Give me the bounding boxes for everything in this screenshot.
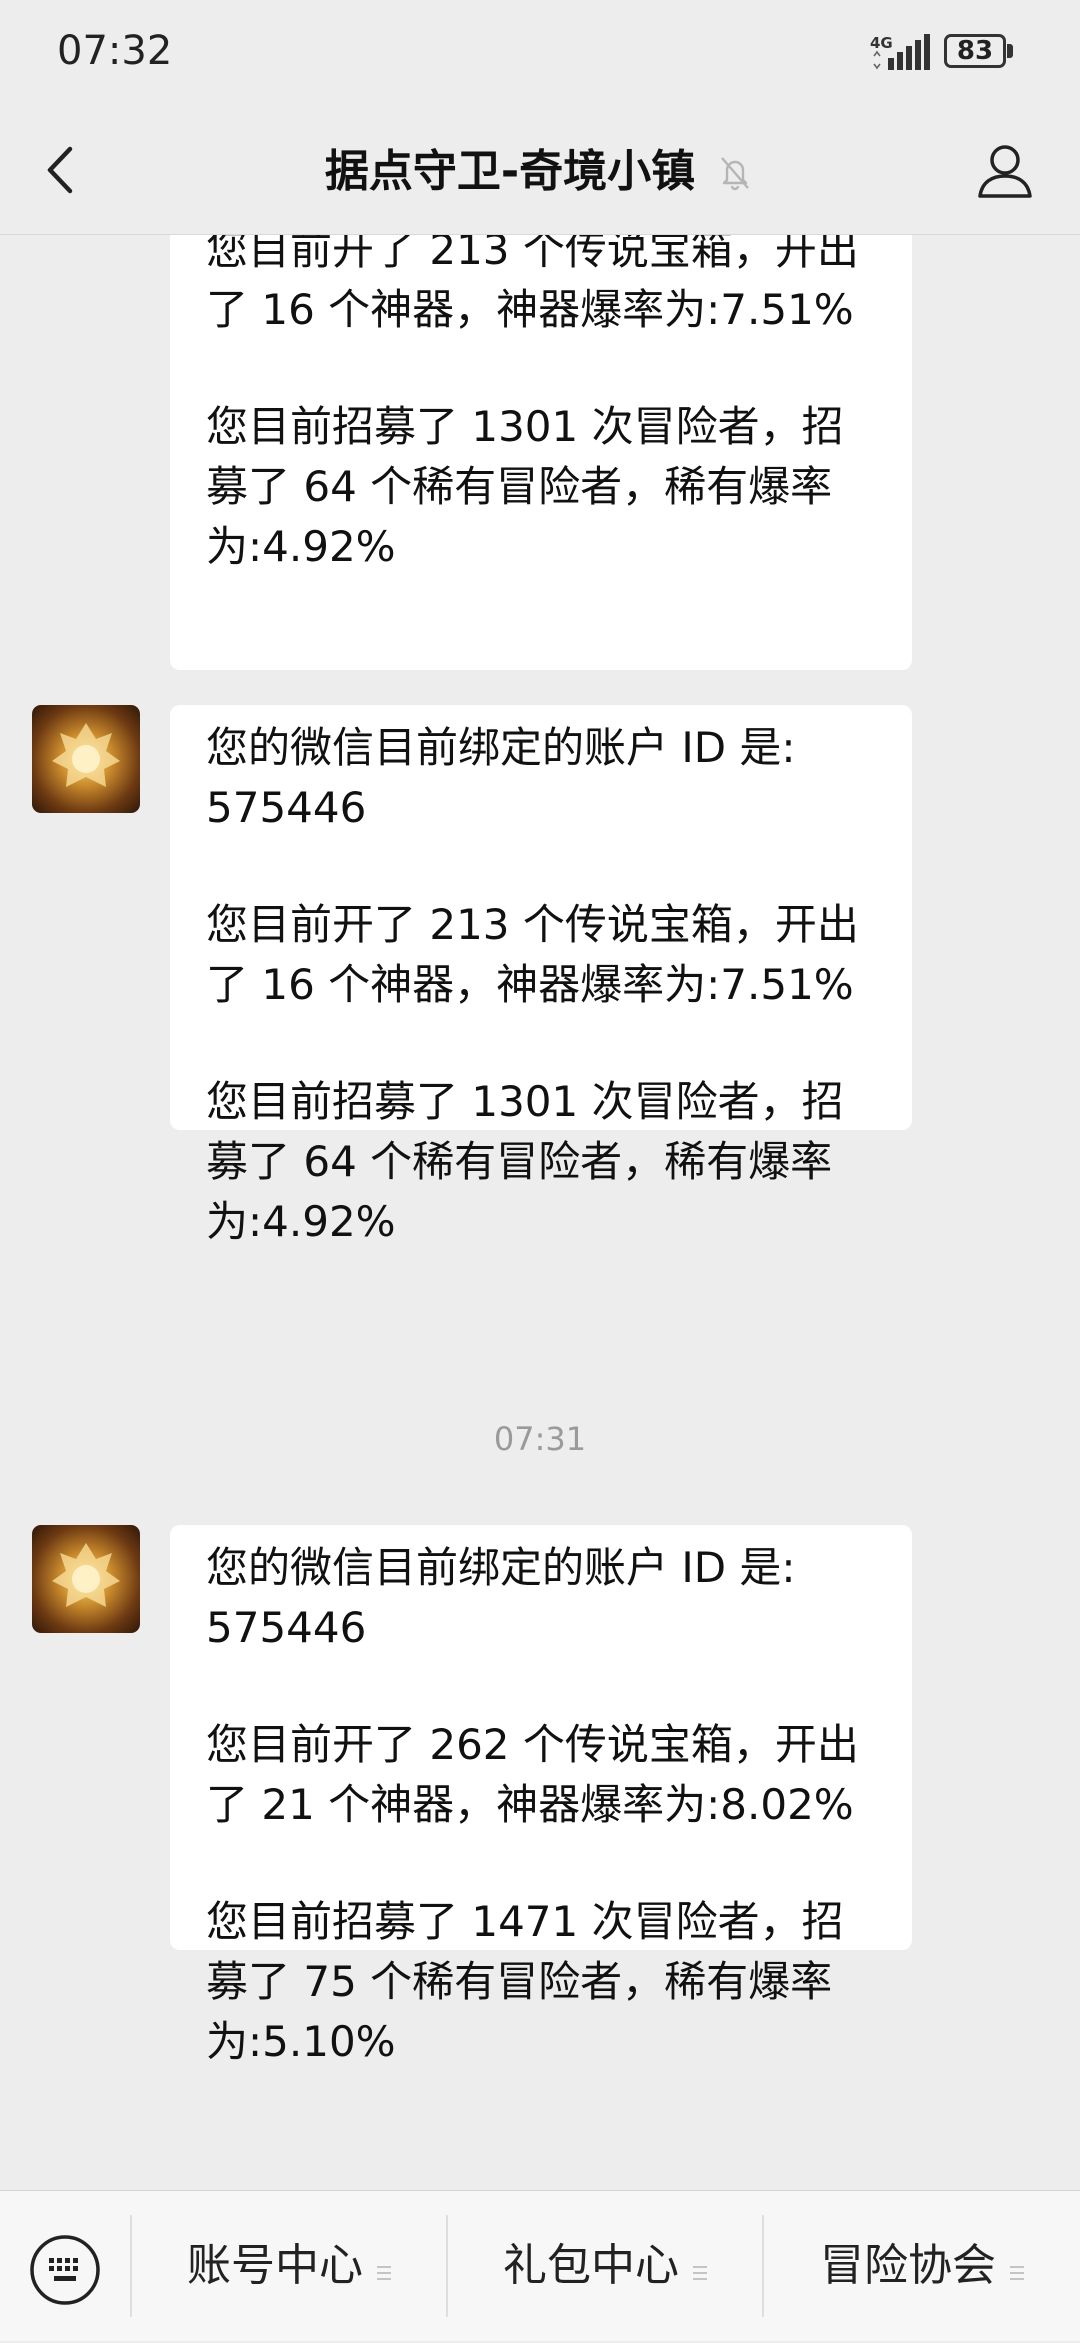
message-text: 您的微信目前绑定的账户 ID 是: 575446 bbox=[206, 1543, 809, 1652]
message-bubble[interactable]: 您的微信目前绑定的账户 ID 是: 575446 您目前开了 262 个传说宝箱… bbox=[170, 1525, 912, 2066]
message-bubble[interactable]: 您的微信目前绑定的账户 ID 是: 575446 您目前开了 213 个传说宝箱… bbox=[170, 705, 912, 1246]
lion-emblem-icon bbox=[52, 723, 120, 787]
keyboard-toggle-button[interactable] bbox=[28, 2233, 102, 2307]
message-timestamp: 07:31 bbox=[493, 1420, 587, 1458]
message-text: 您目前招募了 1301 次冒险者，招募了 64 个稀有冒险者，稀有爆率为:4.9… bbox=[206, 1077, 844, 1246]
message-text: 您的微信目前绑定的账户 ID 是: 575446 bbox=[206, 723, 809, 832]
bot-avatar[interactable] bbox=[32, 1525, 140, 1633]
chat-header: 据点守卫-奇境小镇 bbox=[0, 110, 1080, 235]
network-type: 4G bbox=[870, 34, 893, 52]
menu-label: 冒险协会 bbox=[820, 2240, 996, 2291]
signal-icon: 4G bbox=[870, 34, 940, 74]
message-bubble[interactable]: 您目前开了 213 个传说宝箱，开出了 16 个神器，神器爆率为:7.51% 您… bbox=[170, 235, 912, 670]
person-icon bbox=[978, 145, 1032, 198]
bot-avatar[interactable] bbox=[32, 705, 140, 813]
battery-level: 83 bbox=[956, 36, 994, 66]
status-time: 07:32 bbox=[57, 28, 173, 74]
bottom-menu-bar: 账号中心 礼包中心 冒险协会 bbox=[0, 2190, 1080, 2341]
battery-icon: 83 bbox=[944, 34, 1016, 72]
back-button[interactable] bbox=[30, 135, 100, 205]
message-text: 您目前招募了 1301 次冒险者，招募了 64 个稀有冒险者，稀有爆率为:4.9… bbox=[206, 402, 844, 571]
message-text: 您目前开了 262 个传说宝箱，开出了 21 个神器，神器爆率为:8.02% bbox=[206, 1720, 859, 1829]
lion-emblem-icon bbox=[52, 1543, 120, 1607]
status-bar: 07:32 4G 83 bbox=[0, 0, 1080, 110]
message-text: 您目前开了 213 个传说宝箱，开出了 16 个神器，神器爆率为:7.51% bbox=[206, 900, 859, 1009]
menu-label: 礼包中心 bbox=[503, 2240, 679, 2291]
menu-lines-icon bbox=[377, 2193, 391, 2343]
bell-off-icon bbox=[715, 152, 755, 192]
chat-info-button[interactable] bbox=[972, 138, 1038, 204]
chevron-left-icon bbox=[47, 146, 73, 194]
chat-title: 据点守卫-奇境小镇 bbox=[324, 146, 696, 197]
menu-label: 账号中心 bbox=[187, 2240, 363, 2291]
chat-title-area: 据点守卫-奇境小镇 bbox=[140, 110, 940, 234]
keyboard-icon bbox=[30, 2235, 100, 2305]
message-text: 您目前开了 213 个传说宝箱，开出了 16 个神器，神器爆率为:7.51% bbox=[206, 235, 859, 334]
menu-gift-center[interactable]: 礼包中心 bbox=[448, 2191, 762, 2341]
menu-lines-icon bbox=[1010, 2193, 1024, 2343]
message-text: 您目前招募了 1471 次冒险者，招募了 75 个稀有冒险者，稀有爆率为:5.1… bbox=[206, 1897, 844, 2066]
menu-adventure-guild[interactable]: 冒险协会 bbox=[764, 2191, 1080, 2341]
menu-lines-icon bbox=[693, 2193, 707, 2343]
menu-account-center[interactable]: 账号中心 bbox=[132, 2191, 446, 2341]
chat-message-list[interactable]: 您目前开了 213 个传说宝箱，开出了 16 个神器，神器爆率为:7.51% 您… bbox=[0, 235, 1080, 2190]
